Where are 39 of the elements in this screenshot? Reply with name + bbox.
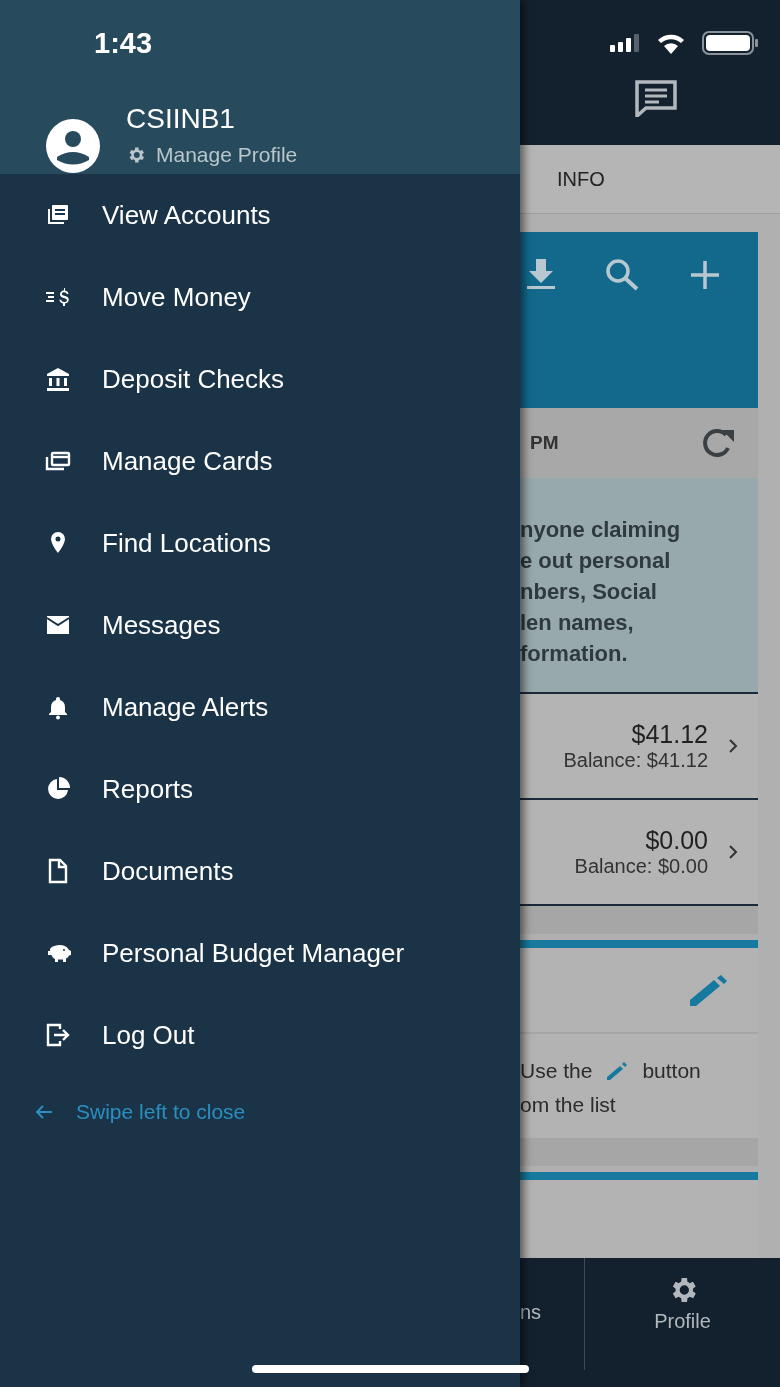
instruction-text: button xyxy=(642,1058,701,1084)
swipe-hint: Swipe left to close xyxy=(0,1076,520,1124)
instruction-text: Use the xyxy=(520,1058,593,1084)
chevron-right-icon xyxy=(728,738,738,754)
menu-item[interactable]: Personal Budget Manager xyxy=(0,912,520,994)
download-icon[interactable] xyxy=(526,259,556,291)
account-amount: $0.00 xyxy=(645,826,708,855)
account-balance: Balance: $41.12 xyxy=(563,749,708,772)
menu-item[interactable]: Deposit Checks xyxy=(0,338,520,420)
menu-item[interactable]: Manage Alerts xyxy=(0,666,520,748)
account-balance: Balance: $0.00 xyxy=(574,855,708,878)
chevron-right-icon xyxy=(728,844,738,860)
bank-icon xyxy=(44,365,72,393)
manage-profile-link[interactable]: Manage Profile xyxy=(126,143,298,167)
status-time: 1:43 xyxy=(93,26,154,61)
signal-icon xyxy=(610,34,640,52)
instruction-text: om the list xyxy=(520,1092,616,1118)
account-row[interactable]: $41.12 Balance: $41.12 xyxy=(520,692,758,798)
menu-item[interactable]: Documents xyxy=(0,830,520,912)
battery-icon xyxy=(702,31,758,55)
account-row[interactable]: $0.00 Balance: $0.00 xyxy=(520,798,758,904)
add-icon[interactable] xyxy=(690,260,720,290)
menu-item[interactable]: Messages xyxy=(0,584,520,666)
menu-item[interactable]: Reports xyxy=(0,748,520,830)
logout-icon xyxy=(44,1021,72,1049)
chat-icon[interactable] xyxy=(634,79,678,117)
menu-item[interactable]: Log Out xyxy=(0,994,520,1076)
pencil-icon xyxy=(606,1062,629,1080)
menu-item[interactable]: View Accounts xyxy=(0,174,520,256)
account-amount: $41.12 xyxy=(631,720,708,749)
info-tab[interactable]: INFO xyxy=(557,167,605,191)
refresh-icon[interactable] xyxy=(700,426,736,460)
pencil-icon[interactable] xyxy=(688,974,728,1006)
menu-item[interactable]: Find Locations xyxy=(0,502,520,584)
profile-nav-item[interactable]: Profile xyxy=(585,1258,780,1387)
menu-item[interactable]: Move Money xyxy=(0,256,520,338)
profile-name: CSIINB1 xyxy=(126,103,236,135)
menu-item[interactable]: Manage Cards xyxy=(0,420,520,502)
last-updated-time: PM xyxy=(530,432,559,454)
